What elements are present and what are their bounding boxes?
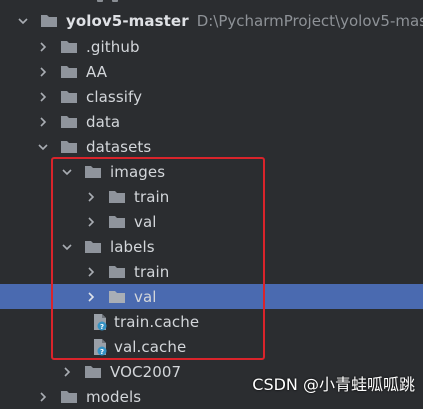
tree-item-label: datasets bbox=[86, 137, 152, 156]
scrolled-off-row bbox=[0, 0, 423, 8]
chevron-right-icon[interactable] bbox=[36, 115, 50, 129]
folder-icon bbox=[60, 64, 80, 80]
folder-icon bbox=[84, 164, 104, 180]
chevron-right-icon[interactable] bbox=[84, 265, 98, 279]
tree-item-label: data bbox=[86, 112, 121, 131]
chevron-right-icon[interactable] bbox=[36, 40, 50, 54]
tree-item-label: images bbox=[110, 162, 166, 181]
folder-icon bbox=[60, 389, 80, 405]
tree-item-images-val[interactable]: val bbox=[0, 209, 423, 234]
svg-text:?: ? bbox=[100, 348, 104, 356]
folder-icon bbox=[40, 13, 60, 29]
unknown-file-icon: ? bbox=[92, 338, 108, 356]
tree-item-label: val bbox=[134, 287, 157, 306]
root-path: D:\PycharmProject\yolov5-master bbox=[196, 11, 423, 30]
tree-item-images-train[interactable]: train bbox=[0, 184, 423, 209]
folder-icon bbox=[60, 39, 80, 55]
tree-item-val-cache[interactable]: ? val.cache bbox=[0, 334, 423, 359]
tree-item-label: train.cache bbox=[114, 312, 200, 331]
tree-item-github[interactable]: .github bbox=[0, 34, 423, 59]
chevron-down-icon[interactable] bbox=[16, 14, 30, 28]
chevron-right-icon[interactable] bbox=[36, 90, 50, 104]
chevron-right-icon[interactable] bbox=[36, 65, 50, 79]
tree-item-label: classify bbox=[86, 87, 143, 106]
tree-item-aa[interactable]: AA bbox=[0, 59, 423, 84]
chevron-right-icon[interactable] bbox=[60, 365, 74, 379]
folder-icon bbox=[60, 139, 80, 155]
tree-item-datasets[interactable]: datasets bbox=[0, 134, 423, 159]
tree-item-label: train bbox=[134, 262, 170, 281]
tree-root-row[interactable]: yolov5-master D:\PycharmProject\yolov5-m… bbox=[0, 8, 423, 33]
tree-item-classify[interactable]: classify bbox=[0, 84, 423, 109]
chevron-down-icon[interactable] bbox=[36, 140, 50, 154]
tree-item-label: VOC2007 bbox=[110, 362, 182, 381]
svg-text:?: ? bbox=[100, 323, 104, 331]
tree-item-label: labels bbox=[110, 237, 155, 256]
tree-item-label: .github bbox=[86, 37, 140, 56]
tree-item-label: val.cache bbox=[114, 337, 187, 356]
partial-icon bbox=[112, 0, 118, 2]
chevron-down-icon[interactable] bbox=[60, 165, 74, 179]
tree-item-label: train bbox=[134, 187, 170, 206]
tree-item-label: val bbox=[134, 212, 157, 231]
tree-item-images[interactable]: images bbox=[0, 159, 423, 184]
unknown-file-icon: ? bbox=[92, 313, 108, 331]
tree-item-train-cache[interactable]: ? train.cache bbox=[0, 309, 423, 334]
folder-icon bbox=[108, 289, 128, 305]
chevron-right-icon[interactable] bbox=[84, 290, 98, 304]
tree-item-data[interactable]: data bbox=[0, 109, 423, 134]
folder-icon bbox=[108, 214, 128, 230]
chevron-right-icon[interactable] bbox=[84, 190, 98, 204]
tree-item-labels-val[interactable]: val bbox=[0, 284, 423, 309]
tree-item-label: models bbox=[86, 387, 142, 406]
chevron-right-icon[interactable] bbox=[84, 215, 98, 229]
tree-item-labels[interactable]: labels bbox=[0, 234, 423, 259]
folder-icon bbox=[108, 189, 128, 205]
watermark: CSDN @小青蛙呱呱跳 bbox=[252, 375, 415, 394]
folder-icon bbox=[84, 239, 104, 255]
tree-item-label: AA bbox=[86, 62, 108, 81]
tree-item-labels-train[interactable]: train bbox=[0, 259, 423, 284]
folder-icon bbox=[108, 264, 128, 280]
chevron-right-icon[interactable] bbox=[36, 390, 50, 404]
folder-icon bbox=[60, 89, 80, 105]
folder-icon bbox=[60, 114, 80, 130]
partial-icon bbox=[97, 0, 103, 2]
root-label: yolov5-master bbox=[66, 11, 189, 30]
chevron-down-icon[interactable] bbox=[60, 240, 74, 254]
folder-icon bbox=[84, 364, 104, 380]
